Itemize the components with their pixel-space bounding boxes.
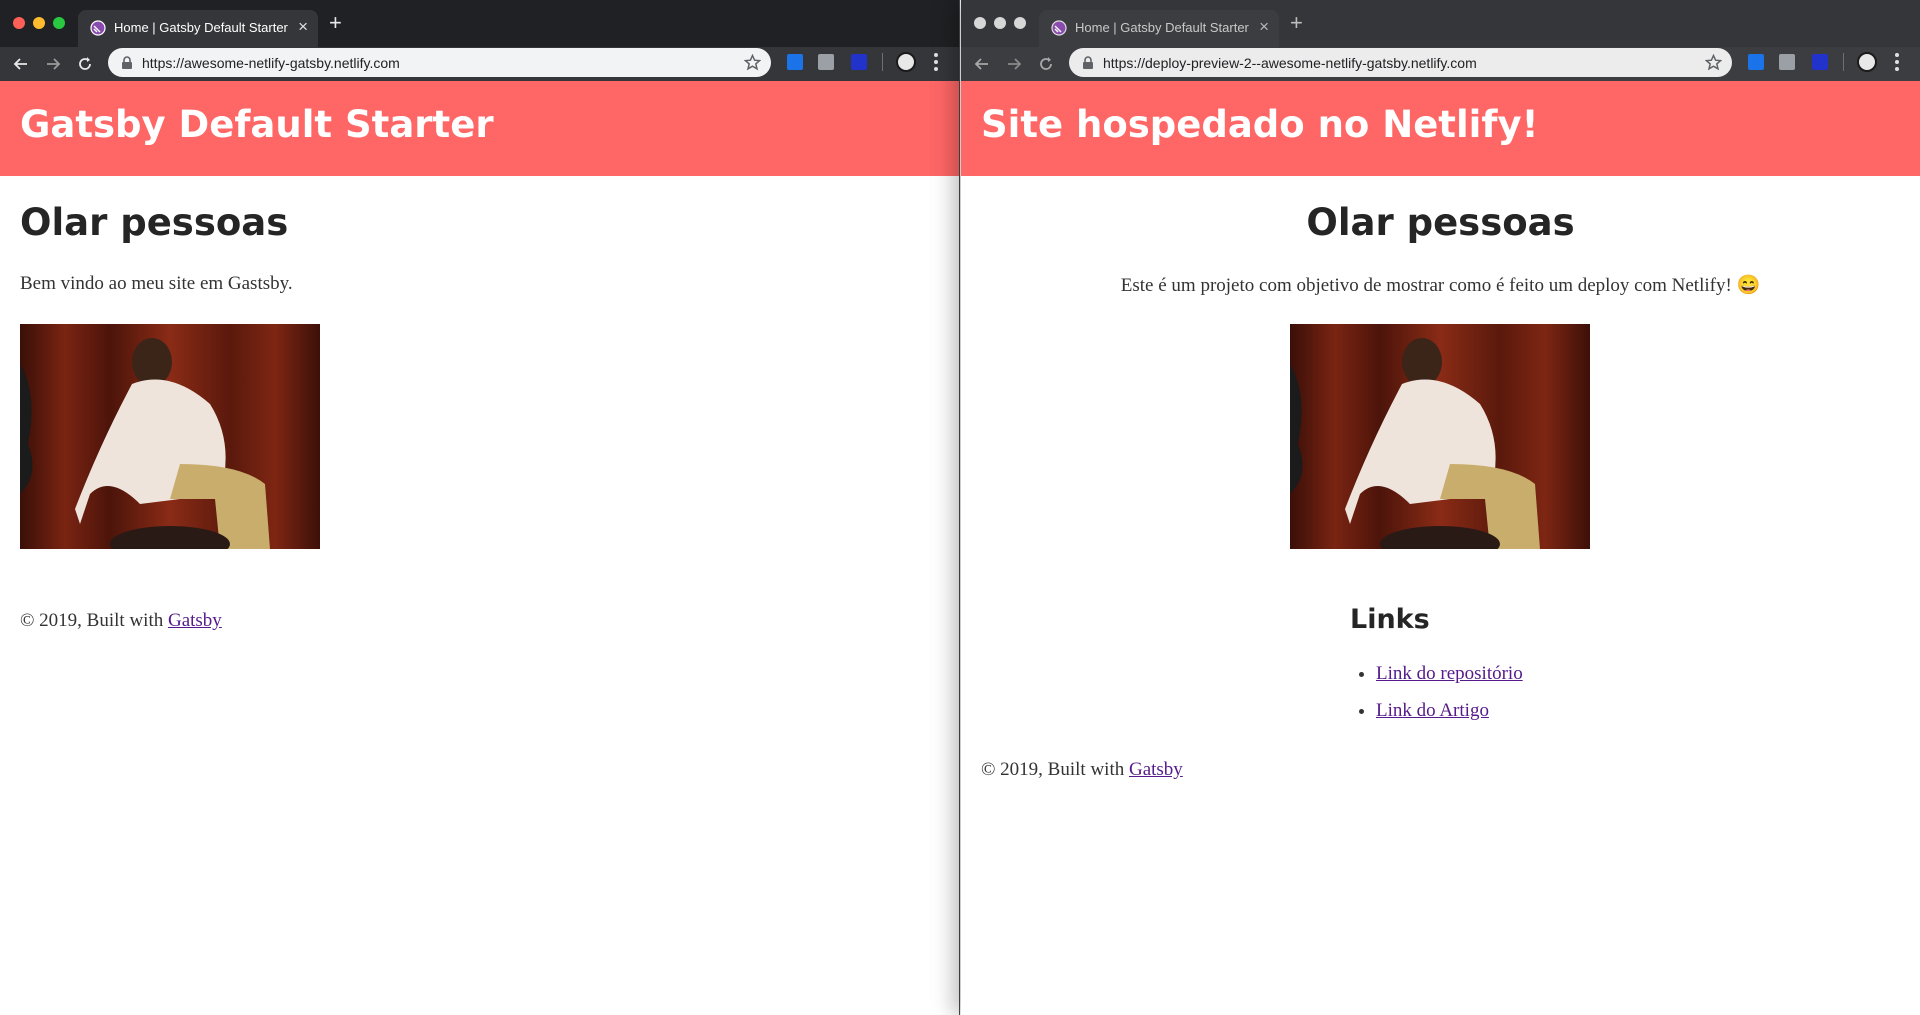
dancing-man-image — [1290, 324, 1590, 549]
close-window-button[interactable] — [13, 17, 25, 29]
page-heading: Olar pessoas — [20, 201, 289, 244]
extension-icon[interactable] — [851, 54, 867, 70]
page-content: Site hospedado no Netlify! Olar pessoas … — [961, 81, 1920, 1015]
site-header: Gatsby Default Starter — [0, 81, 959, 176]
animated-image — [20, 324, 320, 549]
more-menu-icon[interactable] — [1895, 53, 1899, 71]
back-button[interactable] — [11, 54, 31, 74]
maximize-window-button[interactable] — [53, 17, 65, 29]
profile-avatar-icon[interactable] — [896, 52, 916, 72]
minimize-window-button[interactable] — [33, 17, 45, 29]
gatsby-logo-icon — [1051, 20, 1067, 36]
dancing-man-image — [20, 324, 320, 549]
star-icon[interactable] — [1705, 54, 1722, 71]
intro-text: Bem vindo ao meu site em Gastsby. — [20, 273, 293, 294]
toolbar-divider — [1843, 53, 1844, 71]
site-title-link[interactable]: Site hospedado no Netlify! — [981, 103, 1538, 147]
extension-icon[interactable] — [1748, 54, 1764, 70]
back-button[interactable] — [972, 54, 992, 74]
gatsby-link[interactable]: Gatsby — [1129, 759, 1183, 780]
lock-icon — [1083, 56, 1093, 69]
close-tab-icon[interactable]: × — [298, 18, 308, 36]
tab-strip: Home | Gatsby Default Starter × + — [961, 0, 1920, 47]
tab-strip: Home | Gatsby Default Starter × + — [0, 0, 959, 47]
close-tab-icon[interactable]: × — [1259, 18, 1269, 36]
arrow-right-icon — [1008, 58, 1022, 70]
gatsby-logo-icon — [90, 20, 106, 36]
repository-link[interactable]: Link do repositório — [1376, 663, 1523, 684]
arrow-left-icon — [974, 58, 988, 70]
new-tab-button[interactable]: + — [1290, 12, 1303, 34]
extension-icon[interactable] — [1779, 54, 1795, 70]
arrow-left-icon — [13, 58, 27, 70]
arrow-right-icon — [47, 58, 61, 70]
url-text: https://deploy-preview-2--awesome-netlif… — [1103, 55, 1477, 71]
tab-title: Home | Gatsby Default Starter — [114, 20, 288, 35]
reload-icon — [1040, 57, 1052, 70]
reload-icon — [79, 57, 91, 70]
tab-title: Home | Gatsby Default Starter — [1075, 20, 1249, 35]
address-bar[interactable]: https://deploy-preview-2--awesome-netlif… — [1069, 48, 1732, 77]
list-item: Link do repositório — [1376, 663, 1523, 685]
more-menu-icon[interactable] — [934, 53, 938, 71]
gatsby-link[interactable]: Gatsby — [168, 610, 222, 631]
url-text: https://awesome-netlify-gatsby.netlify.c… — [142, 55, 400, 71]
profile-avatar-icon[interactable] — [1857, 52, 1877, 72]
article-link[interactable]: Link do Artigo — [1376, 700, 1489, 721]
forward-button[interactable] — [43, 54, 63, 74]
extension-icon[interactable] — [818, 54, 834, 70]
intro-text: Este é um projeto com objetivo de mostra… — [1120, 275, 1761, 296]
close-window-button[interactable] — [974, 17, 986, 29]
new-tab-button[interactable]: + — [329, 12, 342, 34]
footer-text: © 2019, Built with — [20, 610, 168, 631]
footer: © 2019, Built with Gatsby — [20, 610, 222, 632]
footer: © 2019, Built with Gatsby — [981, 759, 1183, 781]
toolbar-divider — [882, 53, 883, 71]
extension-icon[interactable] — [787, 54, 803, 70]
list-item: Link do Artigo — [1376, 700, 1523, 722]
links-list: Link do repositório Link do Artigo — [1350, 663, 1523, 737]
animated-image — [1290, 324, 1590, 549]
links-heading: Links — [1350, 604, 1430, 635]
maximize-window-button[interactable] — [1014, 17, 1026, 29]
address-bar[interactable]: https://awesome-netlify-gatsby.netlify.c… — [108, 48, 771, 77]
site-header: Site hospedado no Netlify! — [961, 81, 1920, 176]
minimize-window-button[interactable] — [994, 17, 1006, 29]
page-heading: Olar pessoas — [1306, 201, 1575, 244]
reload-button[interactable] — [1036, 54, 1056, 74]
extension-icon[interactable] — [1812, 54, 1828, 70]
footer-text: © 2019, Built with — [981, 759, 1129, 780]
tab-home[interactable]: Home | Gatsby Default Starter × — [1039, 10, 1279, 47]
forward-button[interactable] — [1004, 54, 1024, 74]
reload-button[interactable] — [75, 54, 95, 74]
browser-window-left: Home | Gatsby Default Starter × + https:… — [0, 0, 960, 1015]
page-content: Gatsby Default Starter Olar pessoas Bem … — [0, 81, 959, 1015]
star-icon[interactable] — [744, 54, 761, 71]
site-title-link[interactable]: Gatsby Default Starter — [20, 103, 494, 147]
browser-window-right: Home | Gatsby Default Starter × + https:… — [961, 0, 1920, 1015]
tab-home[interactable]: Home | Gatsby Default Starter × — [78, 10, 318, 47]
lock-icon — [122, 56, 132, 69]
